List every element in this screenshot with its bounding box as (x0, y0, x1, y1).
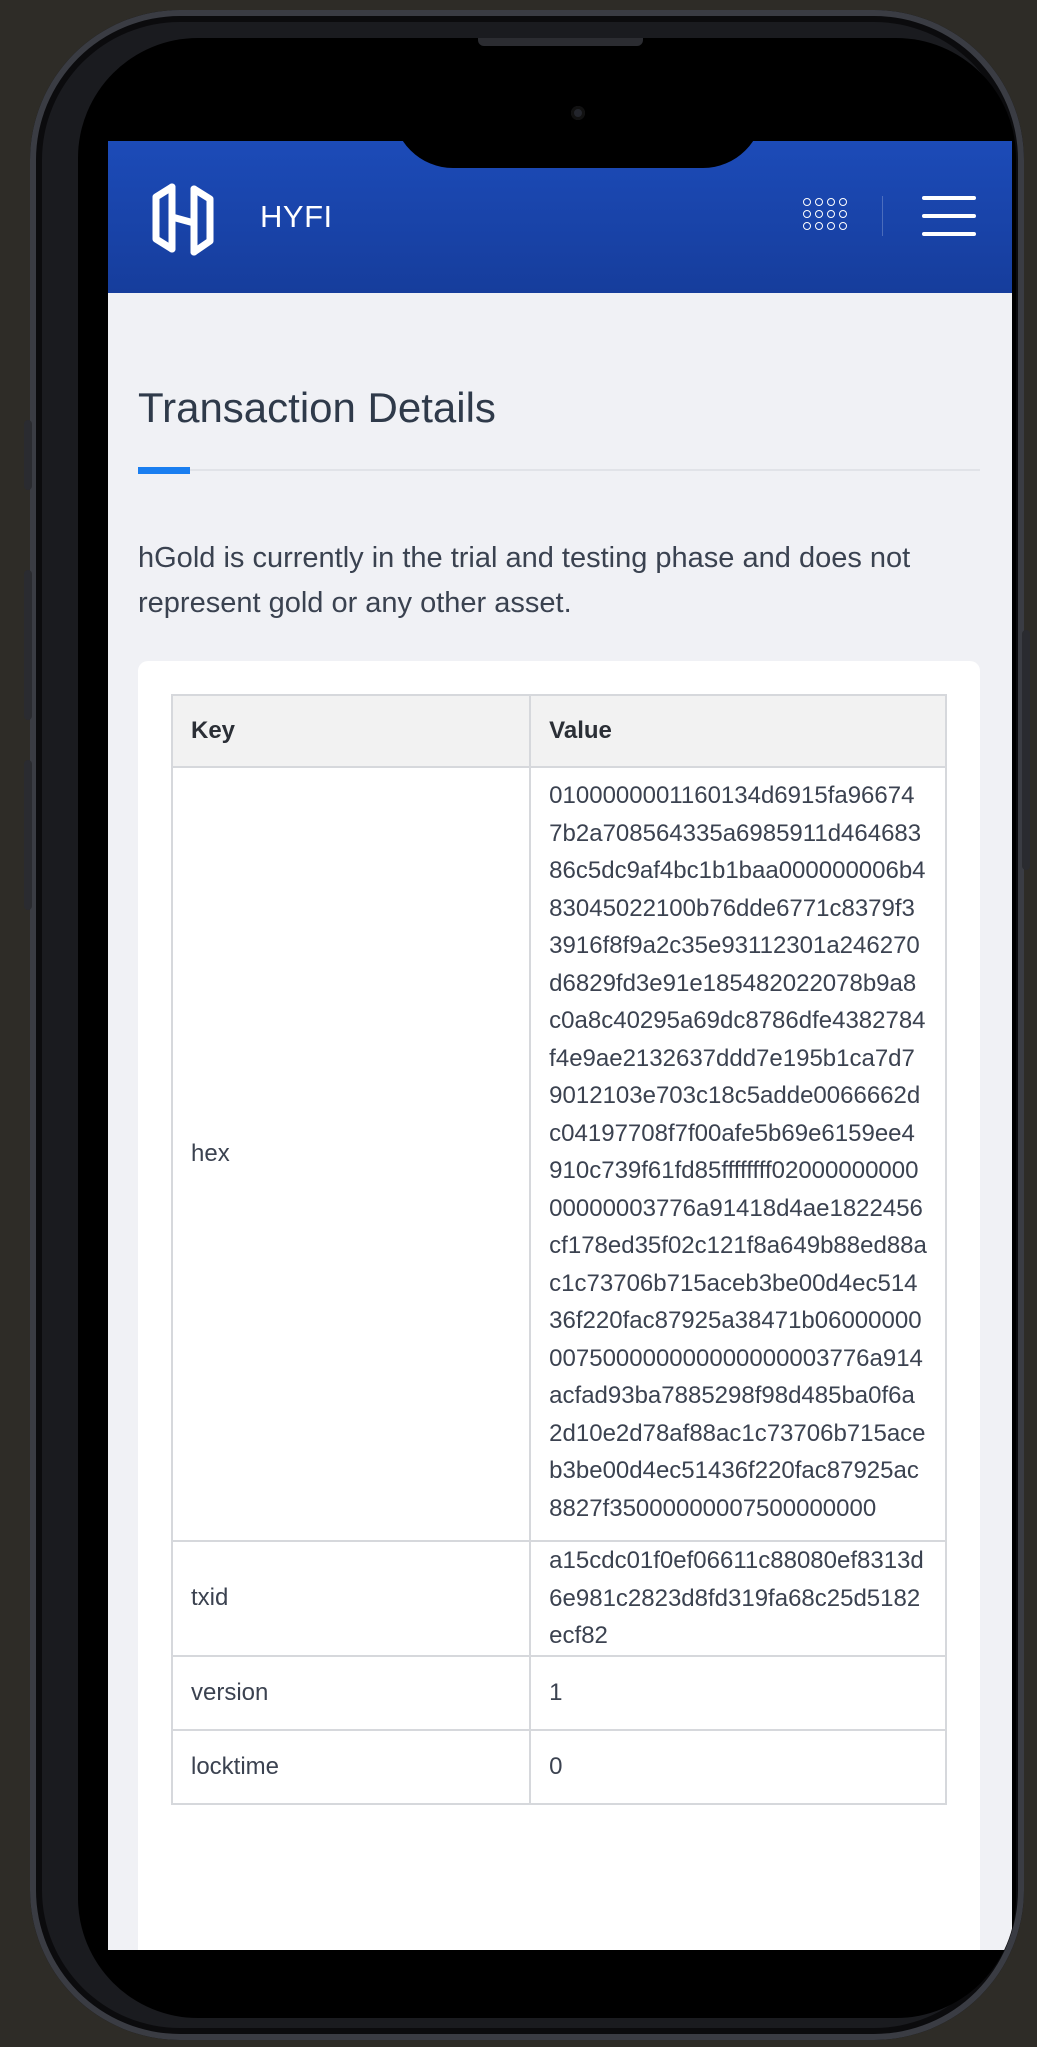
hyfi-logo-icon[interactable] (148, 177, 218, 262)
power-button (1022, 630, 1030, 870)
brand-name[interactable]: HYFI (260, 199, 333, 235)
speaker-slot (478, 38, 643, 46)
table-row: hex 0100000001160134d6915fa966747b2a7085… (170, 766, 947, 1542)
row-key: locktime (170, 1728, 532, 1805)
mute-switch (24, 420, 32, 490)
row-value: 1 (529, 1654, 947, 1731)
front-camera-icon (571, 106, 585, 120)
grid-apps-icon[interactable] (803, 193, 847, 235)
table-row: locktime 0 (170, 1728, 947, 1805)
transaction-table: Key Value hex 0100000001160134d6915fa966… (170, 694, 947, 1805)
details-card: Key Value hex 0100000001160134d6915fa966… (138, 661, 980, 1950)
app-screen: HYFI Transaction Details hGold is curren… (108, 141, 1012, 1950)
dynamic-island (393, 58, 763, 168)
table-row: txid a15cdc01f0ef06611c88080ef8313d6e981… (170, 1540, 947, 1657)
row-key: version (170, 1654, 532, 1731)
row-value: 0 (529, 1728, 947, 1805)
hamburger-menu-icon[interactable] (922, 196, 976, 236)
column-header-value: Value (529, 694, 947, 768)
column-header-key: Key (170, 694, 532, 768)
phone-frame: HYFI Transaction Details hGold is curren… (24, 10, 1030, 2040)
trial-notice: hGold is currently in the trial and test… (138, 542, 911, 619)
navbar-divider (882, 196, 883, 236)
volume-down-button (24, 760, 32, 910)
row-value: a15cdc01f0ef06611c88080ef8313d6e981c2823… (529, 1540, 947, 1657)
screen-bezel: HYFI Transaction Details hGold is curren… (78, 38, 1016, 2018)
row-key: hex (170, 766, 532, 1542)
volume-up-button (24, 570, 32, 720)
title-accent-bar (138, 467, 190, 474)
table-header-row: Key Value (170, 694, 947, 768)
table-row: version 1 (170, 1654, 947, 1731)
title-divider (138, 469, 980, 471)
row-key: txid (170, 1540, 532, 1657)
page-title: Transaction Details (138, 384, 496, 431)
row-value: 0100000001160134d6915fa966747b2a70856433… (529, 766, 947, 1542)
